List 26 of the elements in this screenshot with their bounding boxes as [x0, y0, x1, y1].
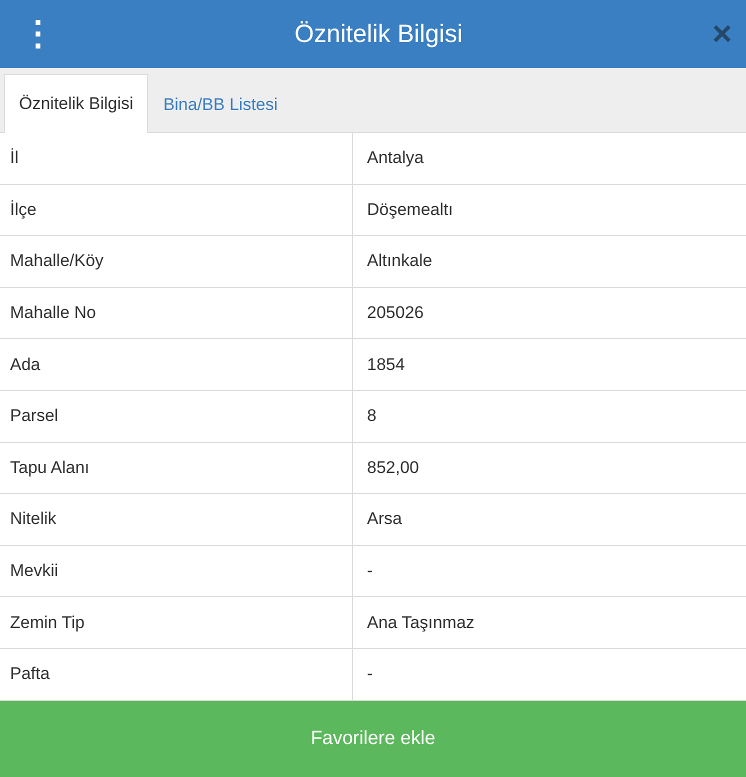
- field-value: 205026: [366, 302, 425, 324]
- field-value: 8: [366, 405, 378, 428]
- field-value: Ana Taşınmaz: [366, 612, 476, 634]
- field-label: Mevkii: [0, 546, 353, 596]
- field-value: Döşemealtı: [366, 198, 454, 221]
- field-label: Mahalle/Köy: [0, 236, 353, 287]
- field-label: Ada: [0, 339, 353, 390]
- field-label: İl: [0, 133, 353, 184]
- field-label: Mahalle No: [0, 288, 353, 338]
- tab[interactable]: Öznitelik Bilgisi: [4, 74, 148, 133]
- field-value: 1854: [366, 354, 406, 376]
- add-favorites-button[interactable]: Favorilere ekle: [0, 700, 746, 777]
- field-value: Arsa: [366, 508, 403, 530]
- window-title: Öznitelik Bilgisi: [294, 20, 464, 48]
- field-value: Antalya: [366, 147, 425, 170]
- field-label: İlçe: [0, 184, 353, 236]
- field-value: -: [366, 663, 374, 686]
- tab[interactable]: Bina/BB Listesi: [148, 75, 293, 133]
- field-value: Altınkale: [366, 250, 434, 272]
- field-label: Zemin Tip: [0, 597, 353, 648]
- field-value: 852,00: [366, 456, 420, 479]
- field-value: -: [366, 560, 374, 582]
- field-label: Parsel: [0, 390, 353, 442]
- field-label: Nitelik: [0, 494, 353, 545]
- field-label: Tapu Alanı: [0, 442, 353, 494]
- field-label: Pafta: [0, 648, 353, 700]
